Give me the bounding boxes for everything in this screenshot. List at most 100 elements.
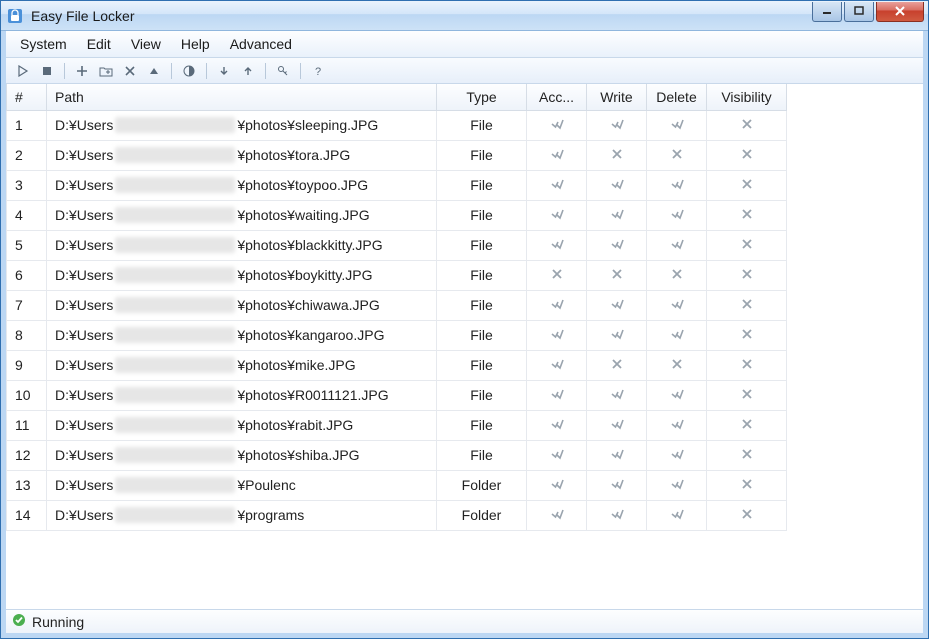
- add-icon[interactable]: [71, 61, 93, 81]
- table-row[interactable]: 12D:¥Users¥photos¥shiba.JPGFile: [7, 440, 787, 470]
- file-grid[interactable]: # Path Type Acc... Write Delete Visibili…: [6, 84, 923, 609]
- path-prefix: D:¥Users: [55, 207, 113, 223]
- cell-delete: [647, 350, 707, 380]
- cell-num: 9: [7, 350, 47, 380]
- window-title: Easy File Locker: [29, 8, 810, 24]
- redacted-segment: [115, 117, 235, 133]
- remove-icon[interactable]: [119, 61, 141, 81]
- cell-path: D:¥Users¥Poulenc: [47, 470, 437, 500]
- cell-num: 4: [7, 200, 47, 230]
- toolbar-separator: [64, 63, 65, 79]
- path-suffix: ¥photos¥boykitty.JPG: [237, 267, 372, 283]
- check-icon: [670, 237, 684, 251]
- cell-write: [587, 170, 647, 200]
- path-prefix: D:¥Users: [55, 447, 113, 463]
- path-suffix: ¥photos¥waiting.JPG: [237, 207, 369, 223]
- redacted-segment: [115, 177, 235, 193]
- table-row[interactable]: 8D:¥Users¥photos¥kangaroo.JPGFile: [7, 320, 787, 350]
- cross-icon: [740, 447, 754, 461]
- contrast-icon[interactable]: [178, 61, 200, 81]
- svg-text:?: ?: [315, 66, 321, 77]
- menubar: System Edit View Help Advanced: [6, 31, 923, 58]
- table-row[interactable]: 13D:¥Users¥PoulencFolder: [7, 470, 787, 500]
- table-row[interactable]: 4D:¥Users¥photos¥waiting.JPGFile: [7, 200, 787, 230]
- cell-num: 2: [7, 140, 47, 170]
- path-suffix: ¥photos¥blackkitty.JPG: [237, 237, 382, 253]
- table-row[interactable]: 6D:¥Users¥photos¥boykitty.JPGFile: [7, 260, 787, 290]
- maximize-button[interactable]: [844, 2, 874, 22]
- cell-delete: [647, 410, 707, 440]
- add-folder-icon[interactable]: [95, 61, 117, 81]
- redacted-segment: [115, 417, 235, 433]
- redacted-segment: [115, 387, 235, 403]
- cell-type: File: [437, 440, 527, 470]
- menu-view[interactable]: View: [121, 32, 171, 56]
- cell-type: File: [437, 110, 527, 140]
- col-header-type[interactable]: Type: [437, 84, 527, 110]
- table-row[interactable]: 11D:¥Users¥photos¥rabit.JPGFile: [7, 410, 787, 440]
- cell-type: File: [437, 350, 527, 380]
- help-icon[interactable]: ?: [307, 61, 329, 81]
- toolbar-separator: [265, 63, 266, 79]
- toolbar-separator: [300, 63, 301, 79]
- cell-visibility: [707, 200, 787, 230]
- table-row[interactable]: 2D:¥Users¥photos¥tora.JPGFile: [7, 140, 787, 170]
- check-icon: [610, 447, 624, 461]
- arrow-down-icon[interactable]: [213, 61, 235, 81]
- cell-num: 6: [7, 260, 47, 290]
- cell-write: [587, 440, 647, 470]
- cell-visibility: [707, 470, 787, 500]
- path-prefix: D:¥Users: [55, 507, 113, 523]
- col-header-delete[interactable]: Delete: [647, 84, 707, 110]
- table-row[interactable]: 3D:¥Users¥photos¥toypoo.JPGFile: [7, 170, 787, 200]
- header-row: # Path Type Acc... Write Delete Visibili…: [7, 84, 787, 110]
- redacted-segment: [115, 507, 235, 523]
- redacted-segment: [115, 207, 235, 223]
- cell-delete: [647, 290, 707, 320]
- table-row[interactable]: 7D:¥Users¥photos¥chiwawa.JPGFile: [7, 290, 787, 320]
- window-controls: [810, 2, 924, 22]
- cell-visibility: [707, 290, 787, 320]
- app-window: Easy File Locker System Edit View Help A…: [0, 0, 929, 639]
- check-icon: [670, 297, 684, 311]
- cross-icon: [740, 387, 754, 401]
- cell-visibility: [707, 110, 787, 140]
- cell-access: [527, 440, 587, 470]
- table-row[interactable]: 1D:¥Users¥photos¥sleeping.JPGFile: [7, 110, 787, 140]
- key-icon[interactable]: [272, 61, 294, 81]
- cell-write: [587, 470, 647, 500]
- arrow-up-icon[interactable]: [237, 61, 259, 81]
- path-prefix: D:¥Users: [55, 327, 113, 343]
- col-header-write[interactable]: Write: [587, 84, 647, 110]
- cross-icon: [740, 177, 754, 191]
- table-row[interactable]: 5D:¥Users¥photos¥blackkitty.JPGFile: [7, 230, 787, 260]
- cell-visibility: [707, 140, 787, 170]
- menu-advanced[interactable]: Advanced: [220, 32, 302, 56]
- menu-system[interactable]: System: [10, 32, 77, 56]
- col-header-num[interactable]: #: [7, 84, 47, 110]
- titlebar[interactable]: Easy File Locker: [1, 1, 928, 31]
- close-button[interactable]: [876, 2, 924, 22]
- table-row[interactable]: 10D:¥Users¥photos¥R0011121.JPGFile: [7, 380, 787, 410]
- cell-visibility: [707, 260, 787, 290]
- play-icon[interactable]: [12, 61, 34, 81]
- menu-edit[interactable]: Edit: [77, 32, 121, 56]
- table-row[interactable]: 14D:¥Users¥programsFolder: [7, 500, 787, 530]
- up-triangle-icon[interactable]: [143, 61, 165, 81]
- cross-icon: [740, 267, 754, 281]
- minimize-button[interactable]: [812, 2, 842, 22]
- menu-help[interactable]: Help: [171, 32, 220, 56]
- path-prefix: D:¥Users: [55, 177, 113, 193]
- cross-icon: [550, 267, 564, 281]
- check-icon: [550, 507, 564, 521]
- stop-icon[interactable]: [36, 61, 58, 81]
- table-row[interactable]: 9D:¥Users¥photos¥mike.JPGFile: [7, 350, 787, 380]
- col-header-visibility[interactable]: Visibility: [707, 84, 787, 110]
- check-icon: [550, 237, 564, 251]
- col-header-path[interactable]: Path: [47, 84, 437, 110]
- path-suffix: ¥photos¥shiba.JPG: [237, 447, 359, 463]
- check-icon: [610, 477, 624, 491]
- redacted-segment: [115, 147, 235, 163]
- cell-delete: [647, 320, 707, 350]
- col-header-access[interactable]: Acc...: [527, 84, 587, 110]
